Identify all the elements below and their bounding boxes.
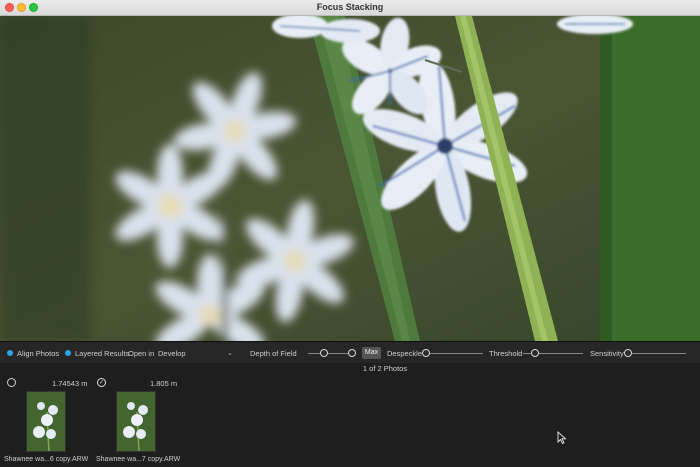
controls-bar: Align Photos Layered Results Open in Dev… — [0, 341, 700, 363]
despeckle-slider-knob[interactable] — [422, 349, 430, 357]
title-bar: Focus Stacking — [0, 0, 700, 16]
threshold-slider-knob[interactable] — [531, 349, 539, 357]
depth-of-field-slider-track[interactable] — [308, 353, 352, 354]
mouse-cursor-icon — [557, 431, 567, 444]
thumbnail-2-checkmark-icon[interactable]: ✓ — [97, 378, 106, 387]
thumbnail-2-distance: 1.805 m — [150, 379, 178, 388]
flower-thumbnail-1 — [27, 392, 65, 451]
threshold-label: Threshold — [489, 349, 523, 358]
flower-photo — [0, 16, 700, 341]
open-in-label: Open in — [128, 349, 155, 358]
thumbnail-2-filename: Shawnee wa...7 copy.ARW — [96, 456, 181, 463]
window-title: Focus Stacking — [316, 2, 384, 12]
thumbnail-1-image[interactable] — [26, 391, 66, 452]
thumbnail-strip: 1.74543 m Shawnee wa...6 copy.ARW ✓ 1.80… — [0, 372, 700, 467]
layered-results-label[interactable]: Layered Results — [75, 349, 129, 358]
layered-results-radio[interactable] — [65, 350, 71, 356]
thumbnail-1-filename: Shawnee wa...6 copy.ARW — [4, 456, 89, 463]
thumbnail-1-distance: 1.74543 m — [52, 379, 88, 388]
align-photos-radio[interactable] — [7, 350, 13, 356]
sensitivity-slider-knob[interactable] — [624, 349, 632, 357]
depth-of-field-slider-end-knob[interactable] — [348, 349, 356, 357]
align-photos-label[interactable]: Align Photos — [17, 349, 59, 358]
thumbnail-2-image[interactable] — [116, 391, 156, 452]
max-button[interactable]: Max — [362, 347, 381, 359]
despeckle-label: Despeckle — [387, 349, 423, 358]
despeckle-slider-track[interactable] — [423, 353, 483, 354]
thumbnail-1-select-circle[interactable] — [7, 378, 16, 387]
open-in-select[interactable]: Develop — [158, 349, 186, 358]
sensitivity-slider-track[interactable] — [628, 353, 686, 354]
preview-image[interactable] — [0, 16, 700, 341]
flower-thumbnail-2 — [117, 392, 155, 451]
chevron-down-icon[interactable]: ⌄ — [227, 349, 233, 357]
depth-of-field-label: Depth of Field — [250, 349, 297, 358]
sensitivity-label: Sensitivity — [590, 349, 624, 358]
depth-of-field-slider-knob[interactable] — [320, 349, 329, 357]
